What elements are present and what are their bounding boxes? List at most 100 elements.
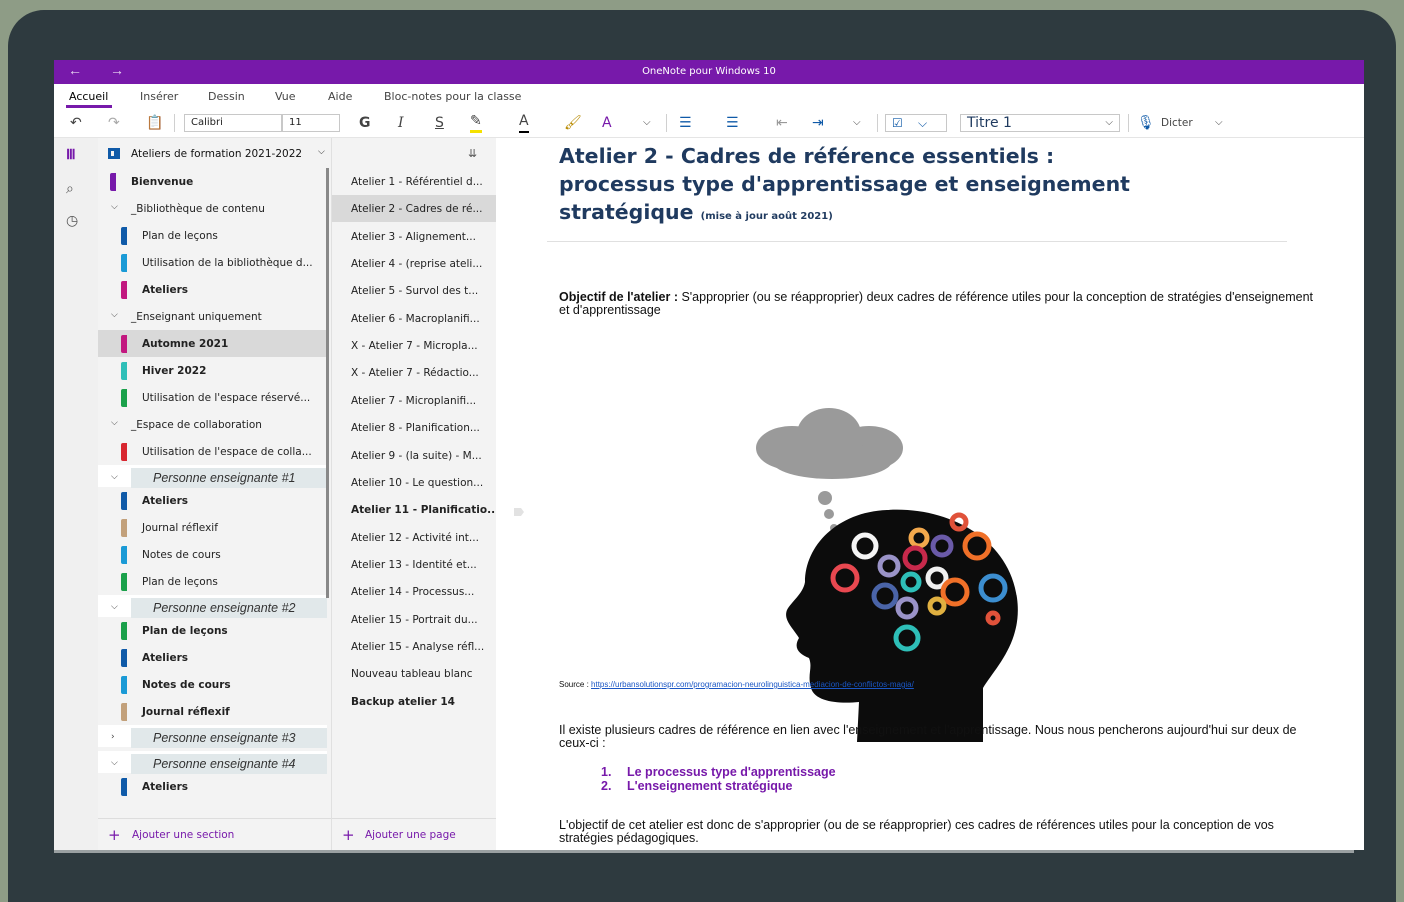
add-section-button[interactable]: + Ajouter une section [98,818,331,850]
page-item[interactable]: Atelier 8 - Planification... [332,414,496,441]
section-item[interactable]: Utilisation de l'espace réservé... [98,384,327,411]
search-icon[interactable]: ⌕ [66,180,74,197]
page-item[interactable]: Atelier 4 - (reprise ateli... [332,250,496,277]
numbering-icon[interactable]: ☰ [726,113,739,133]
section-item[interactable]: Bienvenue [98,168,327,195]
objective-paragraph[interactable]: Objectif de l'atelier : S'approprier (ou… [559,291,1319,317]
format-painter-icon[interactable]: 🖌 [564,113,582,133]
decrease-indent-icon[interactable]: ⇤ [776,113,788,133]
page-item[interactable]: Atelier 6 - Macroplanifi... [332,305,496,332]
page-item[interactable]: Atelier 3 - Alignement... [332,223,496,250]
sections-scrollbar[interactable] [326,168,329,598]
section-item[interactable]: Journal réflexif [98,698,327,725]
conclusion-paragraph[interactable]: L'objectif de cet atelier est donc de s'… [559,819,1319,845]
highlight-icon[interactable]: ✎ [470,113,482,133]
page-item[interactable]: Atelier 1 - Référentiel d... [332,168,496,195]
section-item[interactable]: Utilisation de l'espace de colla... [98,438,327,465]
section-group[interactable]: ⌵ _Espace de collaboration [98,411,327,438]
page-item[interactable]: Atelier 14 - Processus... [332,578,496,605]
section-item[interactable]: Ateliers [98,644,327,671]
style-dropdown[interactable]: Titre 1 ⌵ [960,114,1120,132]
chevron-down-icon[interactable]: ⌵ [111,602,118,612]
page-item[interactable]: Nouveau tableau blanc [332,660,496,687]
tab-vue[interactable]: Vue [275,90,296,103]
increase-indent-icon[interactable]: ⇥ [812,113,824,133]
tab-inserer[interactable]: Insérer [140,90,178,103]
page-item[interactable]: X - Atelier 7 - Rédactio... [332,359,496,386]
text-styles-icon[interactable]: A [602,113,612,133]
add-page-button[interactable]: + Ajouter une page [332,818,496,850]
page-item[interactable]: Atelier 12 - Activité int... [332,524,496,551]
section-group[interactable]: ⌵ Personne enseignante #2 [98,595,327,618]
chevron-down-icon[interactable]: ⌵ [1215,113,1223,133]
numbered-list[interactable]: 1. Le processus type d'apprentissage 2. L'… [601,765,836,793]
redo-icon[interactable]: ↷ [108,113,120,133]
recent-notes-icon[interactable]: ◷ [66,212,78,229]
section-group[interactable]: ⌵ Personne enseignante #1 [98,465,327,488]
page-label: Atelier 4 - (reprise ateli... [351,258,483,271]
section-item[interactable]: Ateliers [98,487,327,514]
page-canvas[interactable]: Atelier 2 - Cadres de référence essentie… [497,138,1364,850]
bold-button[interactable]: G [359,113,371,133]
page-item[interactable]: Atelier 15 - Analyse réfl... [332,633,496,660]
chevron-down-icon[interactable]: ⌵ [111,418,118,428]
page-item[interactable]: X - Atelier 7 - Micropla... [332,332,496,359]
undo-icon[interactable]: ↶ [70,113,82,133]
section-group[interactable]: ⌵ _Bibliothèque de contenu [98,195,327,222]
page-item[interactable]: Atelier 11 - Planificatio... [332,496,496,523]
tab-bloc-notes-classe[interactable]: Bloc-notes pour la classe [384,90,521,103]
font-size-box[interactable]: 11 [282,114,340,132]
page-title[interactable]: Atelier 2 - Cadres de référence essentie… [559,142,1279,231]
chevron-right-icon[interactable]: › [111,732,115,742]
separator [174,114,175,132]
bullets-icon[interactable]: ☰ [679,113,692,133]
font-name-box[interactable]: Calibri [184,114,282,132]
page-item[interactable]: Atelier 15 - Portrait du... [332,606,496,633]
section-item[interactable]: Notes de cours [98,541,327,568]
source-link[interactable]: https://urbansolutionspr.com/programacio… [591,680,914,689]
section-label: Utilisation de l'espace réservé... [142,392,311,404]
page-item[interactable]: Atelier 9 - (la suite) - M... [332,442,496,469]
page-item[interactable]: Atelier 13 - Identité et... [332,551,496,578]
microphone-icon[interactable]: 🎙 [1137,113,1155,133]
section-item[interactable]: Notes de cours [98,671,327,698]
section-item[interactable]: Ateliers [98,773,327,800]
tag-checkbox-dropdown[interactable]: ☑ ⌵ [885,114,947,132]
section-item[interactable]: Plan de leçons [98,617,327,644]
section-item[interactable]: Automne 2021 [98,330,327,357]
head-gears-image[interactable] [747,406,1027,742]
section-item[interactable]: Plan de leçons [98,222,327,249]
underline-button[interactable]: S [435,113,444,133]
section-item[interactable]: Ateliers [98,276,327,303]
chevron-down-icon[interactable]: ⌵ [853,113,861,133]
clipboard-icon[interactable]: 📋 [146,113,163,133]
section-group[interactable]: › Personne enseignante #3 [98,725,327,748]
section-item[interactable]: Journal réflexif [98,514,327,541]
notebooks-icon[interactable]: Ⅲ [66,146,76,163]
page-item[interactable]: Atelier 5 - Survol des t... [332,277,496,304]
page-item[interactable]: Atelier 2 - Cadres de ré... [332,195,496,223]
section-item[interactable]: Plan de leçons [98,568,327,595]
page-item[interactable]: Atelier 10 - Le question... [332,469,496,496]
page-item[interactable]: Backup atelier 14 [332,688,496,715]
notebook-header[interactable]: Ateliers de formation 2021-2022 ⌵ [98,138,331,168]
chevron-down-icon[interactable]: ⌵ [111,202,118,212]
chevron-down-icon[interactable]: ⌵ [111,758,118,768]
section-item[interactable]: Utilisation de la bibliothèque d... [98,249,327,276]
chevron-down-icon[interactable]: ⌵ [643,113,651,133]
chevron-down-icon[interactable]: ⌵ [111,310,118,320]
chevron-down-icon[interactable]: ⌵ [111,472,118,482]
tab-aide[interactable]: Aide [328,90,352,103]
section-group[interactable]: ⌵ Personne enseignante #4 [98,751,327,774]
sort-pages-icon[interactable]: ⇊ [468,147,477,160]
page-item[interactable]: Atelier 7 - Microplanifi... [332,387,496,414]
italic-button[interactable]: I [398,113,404,133]
tab-accueil[interactable]: Accueil [69,90,108,103]
dictate-button[interactable]: Dicter [1161,113,1193,133]
expand-pane-icon[interactable] [514,508,524,516]
tab-dessin[interactable]: Dessin [208,90,245,103]
intro-paragraph[interactable]: Il existe plusieurs cadres de référence … [559,724,1319,750]
font-color-icon[interactable]: A [519,113,529,133]
section-item[interactable]: Hiver 2022 [98,357,327,384]
section-group[interactable]: ⌵ _Enseignant uniquement [98,303,327,330]
